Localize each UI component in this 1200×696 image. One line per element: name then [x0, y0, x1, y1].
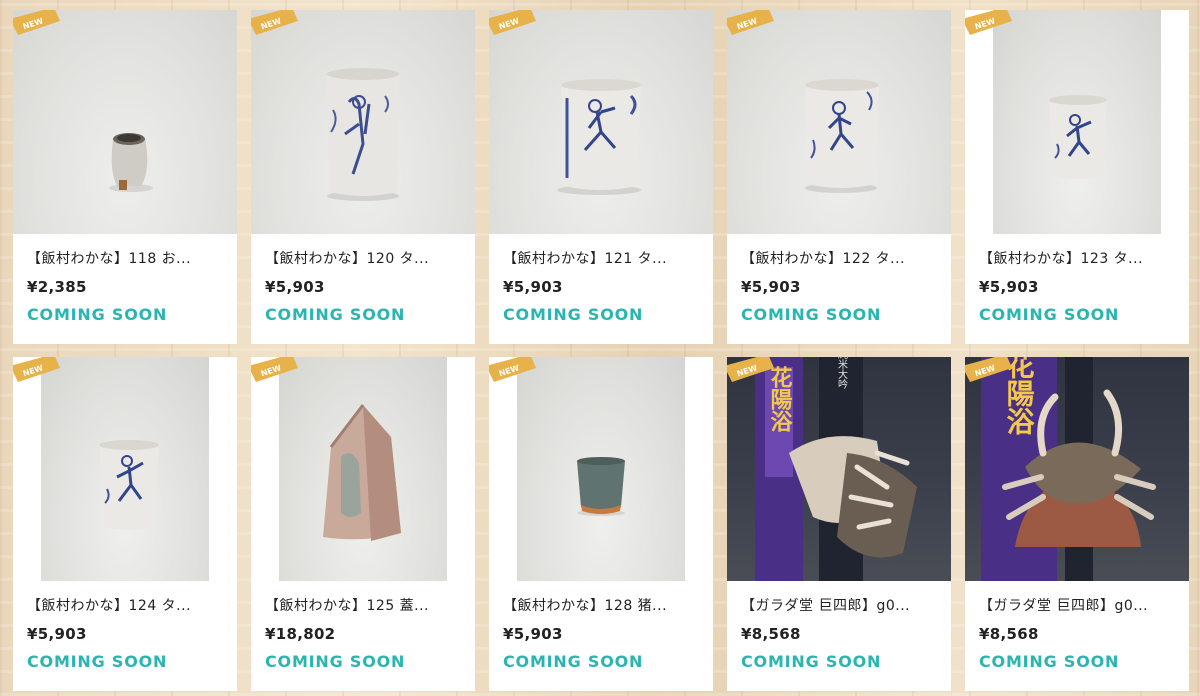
product-card[interactable]: NEW 【飯村わかな】123 タ... ¥5,903 COMING SOON	[965, 10, 1189, 344]
new-badge: NEW	[251, 357, 298, 382]
product-title[interactable]: 【飯村わかな】121 タ...	[503, 248, 703, 268]
product-image[interactable]	[727, 10, 951, 234]
new-badge: NEW	[965, 10, 1012, 35]
coming-soon-label: COMING SOON	[979, 305, 1120, 324]
product-title[interactable]: 【飯村わかな】125 蓋...	[265, 595, 465, 615]
product-title[interactable]: 【ガラダ堂 巨四郎】g0...	[741, 595, 941, 615]
product-image[interactable]	[251, 357, 475, 581]
product-card[interactable]: NEW 【飯村わかな】120 タ... ¥5,903 COMING SOON	[251, 10, 475, 344]
product-price: ¥8,568	[979, 625, 1039, 643]
product-image[interactable]	[251, 10, 475, 234]
product-image[interactable]: 花陽浴	[965, 357, 1189, 581]
product-grid: NEW 【飯村わかな】118 お... ¥2,385 COMING SOON N…	[0, 0, 1200, 696]
product-title[interactable]: 【ガラダ堂 巨四郎】g0...	[979, 595, 1179, 615]
product-card[interactable]: NEW 【飯村わかな】124 タ... ¥5,903 COMING SOON	[13, 357, 237, 691]
new-badge: NEW	[965, 357, 1012, 382]
product-price: ¥5,903	[265, 278, 325, 296]
product-photo-small-cup	[109, 133, 153, 192]
product-price: ¥5,903	[503, 278, 563, 296]
coming-soon-label: COMING SOON	[741, 652, 882, 671]
product-card[interactable]: 花陽浴 純米大吟 NEW 【ガラダ堂 巨四郎】g0... ¥8,568 COMI…	[727, 357, 951, 691]
product-photo-lidded-box	[323, 404, 401, 541]
product-image[interactable]	[13, 10, 237, 234]
product-price: ¥5,903	[27, 625, 87, 643]
product-card[interactable]: NEW 【飯村わかな】122 タ... ¥5,903 COMING SOON	[727, 10, 951, 344]
product-photo-tall-cup	[327, 68, 399, 201]
product-price: ¥5,903	[503, 625, 563, 643]
product-card[interactable]: NEW 【飯村わかな】121 タ... ¥5,903 COMING SOON	[489, 10, 713, 344]
product-title[interactable]: 【飯村わかな】123 タ...	[979, 248, 1179, 268]
product-price: ¥2,385	[27, 278, 87, 296]
svg-text:純米大吟: 純米大吟	[836, 357, 848, 389]
product-title[interactable]: 【飯村わかな】122 タ...	[741, 248, 941, 268]
product-photo-cup	[99, 440, 159, 530]
coming-soon-label: COMING SOON	[27, 305, 168, 324]
product-photo-sake-cup	[577, 457, 625, 516]
new-badge: NEW	[727, 357, 774, 382]
new-badge: NEW	[489, 357, 536, 382]
product-image[interactable]	[965, 10, 1189, 234]
coming-soon-label: COMING SOON	[503, 652, 644, 671]
product-photo-tall-cup	[805, 79, 879, 193]
product-image[interactable]	[489, 10, 713, 234]
product-card[interactable]: 花陽浴 NEW 【ガラダ堂 巨四郎】g0... ¥8,568 COMING SO…	[965, 357, 1189, 691]
product-image[interactable]	[489, 357, 713, 581]
new-badge: NEW	[13, 10, 60, 35]
product-image[interactable]: 花陽浴 純米大吟	[727, 357, 951, 581]
coming-soon-label: COMING SOON	[741, 305, 882, 324]
product-photo-sculpted-cup: 花陽浴	[981, 357, 1156, 581]
new-badge: NEW	[13, 357, 60, 382]
product-title[interactable]: 【飯村わかな】128 猪...	[503, 595, 703, 615]
coming-soon-label: COMING SOON	[265, 305, 406, 324]
product-image[interactable]	[13, 357, 237, 581]
new-badge: NEW	[727, 10, 774, 35]
product-photo-cup	[1049, 95, 1107, 179]
product-title[interactable]: 【飯村わかな】120 タ...	[265, 248, 465, 268]
coming-soon-label: COMING SOON	[265, 652, 406, 671]
product-photo-tall-cup	[557, 79, 641, 195]
new-badge: NEW	[489, 10, 536, 35]
new-badge: NEW	[251, 10, 298, 35]
product-title[interactable]: 【飯村わかな】124 タ...	[27, 595, 227, 615]
product-card[interactable]: NEW 【飯村わかな】118 お... ¥2,385 COMING SOON	[13, 10, 237, 344]
coming-soon-label: COMING SOON	[27, 652, 168, 671]
product-price: ¥18,802	[265, 625, 336, 643]
product-photo-sculpted-cup: 花陽浴 純米大吟	[755, 357, 917, 581]
product-price: ¥8,568	[741, 625, 801, 643]
product-price: ¥5,903	[741, 278, 801, 296]
product-title[interactable]: 【飯村わかな】118 お...	[27, 248, 227, 268]
coming-soon-label: COMING SOON	[503, 305, 644, 324]
product-card[interactable]: NEW 【飯村わかな】125 蓋... ¥18,802 COMING SOON	[251, 357, 475, 691]
product-card[interactable]: NEW 【飯村わかな】128 猪... ¥5,903 COMING SOON	[489, 357, 713, 691]
product-price: ¥5,903	[979, 278, 1039, 296]
coming-soon-label: COMING SOON	[979, 652, 1120, 671]
